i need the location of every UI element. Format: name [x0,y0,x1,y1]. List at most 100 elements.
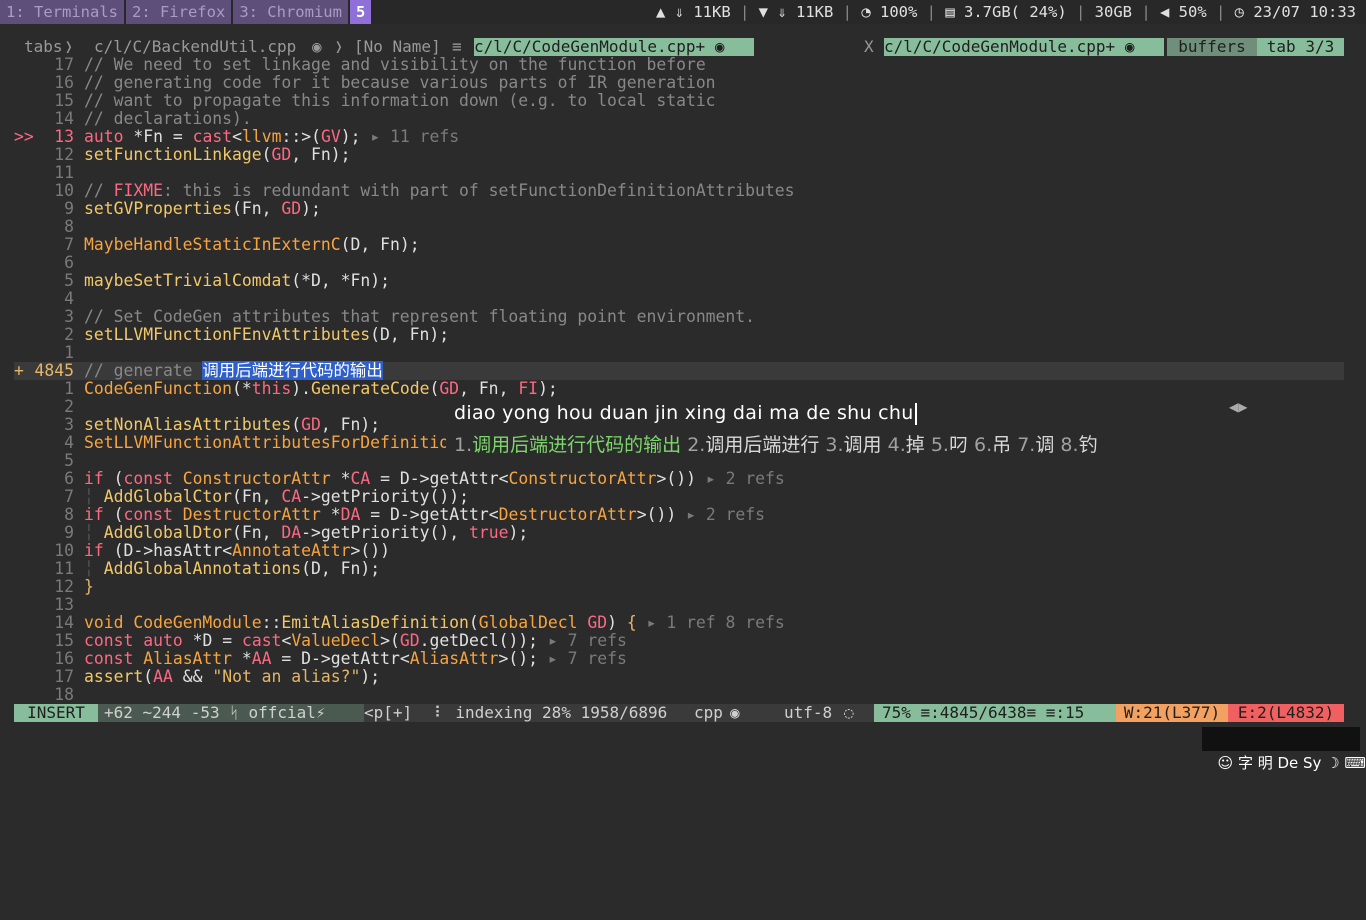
code-line: 12} [14,578,1344,596]
code-line: >> 13 auto *Fn = cast<llvm::>(GV); ▸ 11 re… [14,128,1344,146]
refs-hint[interactable]: ▸ 2 refs [706,469,785,488]
workspace-3[interactable]: 3: Chromium [233,0,348,24]
system-tray[interactable]: ☺ 字 明 De Sy ☽ ⌨ [1202,727,1366,772]
code-line: 1 CodeGenFunction(*this).GenerateCode(GD,… [14,380,1344,398]
code-line: 9 ╎ AddGlobalDtor(Fn, DA->getPriority(), … [14,524,1344,542]
workspace-2[interactable]: 2: Firefox [125,0,232,24]
ime-candidate-3[interactable]: 调用 [844,434,882,456]
close-tab-button[interactable]: X [864,38,874,56]
apple-icon: ◌ [844,704,864,722]
ime-candidate-2[interactable]: 调用后端进行 [705,434,819,456]
line-number: 11 [54,559,74,578]
code-text: setGVProperties(Fn, GD); [84,199,321,218]
ime-candidate-6[interactable]: 吊 [992,434,1011,456]
line-number: 7 [64,235,74,254]
candidate-number: 8. [1060,434,1079,456]
ime-candidate-5[interactable]: 叼 [949,434,968,456]
line-number: 15 [54,631,74,650]
tab-backendutil[interactable]: c/l/C/BackendUtil.cpp [94,38,296,56]
ime-pinyin: diao yong hou duan jin xing dai ma de sh… [454,402,914,424]
ime-candidate-4[interactable]: 掉 [906,434,925,456]
code-text: if (const DestructorAttr *DA = D->getAtt… [84,505,766,524]
code-text: setFunctionLinkage(GD, Fn); [84,145,351,164]
current-buffer[interactable]: c/l/C/CodeGenModule.cpp+ ◉ [884,38,1164,56]
line-number: 6 [64,469,74,488]
line-number: 1 [64,379,74,398]
code-text: maybeSetTrivialComdat(*D, *Fn); [84,271,390,290]
error-count[interactable]: E:2(L4832) [1228,704,1344,722]
ime-candidate-1[interactable]: 调用后端进行代码的输出 [472,434,681,456]
code-text: if (const ConstructorAttr *CA = D->getAt… [84,469,785,488]
code-line: 8 [14,218,1344,236]
tab-no-name[interactable]: [No Name] [354,38,441,56]
text-cursor [914,402,917,425]
code-line: 9 setGVProperties(Fn, GD); [14,200,1344,218]
list-icon: ≡ [452,37,462,56]
line-number: 16 [54,649,74,668]
net-speed-1: ⇓ 11KB [674,3,731,21]
refs-hint[interactable]: ▸ 2 refs [686,505,765,524]
code-text: // declarations). [84,109,252,128]
code-line: 15 // want to propagate this information … [14,92,1344,110]
code-text: // We need to set linkage and visibility… [84,55,706,74]
line-number: 15 [54,91,74,110]
page-arrows-icon[interactable]: ◀▶ [1229,400,1247,414]
workspace-5[interactable]: 5 [349,0,372,24]
volume-level[interactable]: 50% [1179,0,1207,24]
code-line: 3 // Set CodeGen attributes that represen… [14,308,1344,326]
tabs-label: tabs [24,37,63,56]
code-text: // generating code for it because variou… [84,73,716,92]
candidate-number: 6. [974,434,993,456]
ime-candidate-8[interactable]: 钓 [1079,434,1098,456]
line-number: 14 [54,109,74,128]
candidate-number: 7. [1017,434,1036,456]
buffers-button[interactable]: buffers [1167,38,1257,56]
system-status: ▲ ⇓ 11KB | ▼ ⇓ 11KB | ◔ 100% | ▤ 3.7GB( … [656,0,1356,24]
line-number: 3 [64,307,74,326]
clock: 23/07 10:33 [1253,3,1356,21]
line-number: 6 [64,253,74,272]
file-path: <p[+] [364,704,426,722]
disk-usage: 30GB [1094,3,1132,21]
tray-icons[interactable]: ☺ 字 明 De Sy ☽ ⌨ [1212,754,1366,772]
wifi-icon: ▲ [656,3,675,21]
candidate-number: 4. [887,434,906,456]
warning-count[interactable]: W:21(L377) [1116,704,1228,722]
line-number: 13 [54,127,74,146]
code-line: 2 setLLVMFunctionFEnvAttributes(D, Fn); [14,326,1344,344]
tab-codegenmodule[interactable]: c/l/C/CodeGenModule.cpp+ ◉ [474,38,754,56]
code-text: const AliasAttr *AA = D->getAttr<AliasAt… [84,649,627,668]
cpp-icon: ◉ [714,37,725,56]
code-text: void CodeGenModule::EmitAliasDefinition(… [84,613,785,632]
line-number: 14 [54,613,74,632]
refs-hint[interactable]: ▸ 7 refs [548,631,627,650]
code-text: auto *Fn = cast<llvm::>(GV); ▸ 11 refs [84,127,460,146]
cpp-icon: ◉ [730,704,750,722]
refs-hint[interactable]: ▸ 7 refs [548,649,627,668]
line-number: 2 [64,397,74,416]
workspace-1[interactable]: 1: Terminals [0,0,124,24]
refs-hint[interactable]: ▸ 11 refs [370,127,459,146]
preedit-text: 调用后端进行代码的输出 [202,361,383,380]
line-number: 13 [54,595,74,614]
code-editor[interactable]: 1 7 // We need to set linkage and visibili… [14,56,1344,704]
memory-icon: ▤ [945,3,965,21]
encoding: utf-8 [784,704,848,722]
code-text: const auto *D = cast<ValueDecl>(GD.getDe… [84,631,627,650]
code-text: } [84,577,94,596]
code-text: if (D->hasAttr<AnnotateAttr>()) [84,541,390,560]
line-number: 16 [54,73,74,92]
line-number: 10 [54,541,74,560]
ime-candidate-7[interactable]: 调 [1035,434,1054,456]
candidate-number: 5. [930,434,949,456]
mode-indicator: INSERT [14,704,98,722]
code-text[interactable]: // generate 调用后端进行代码的输出 [84,361,383,380]
line-number: 18 [54,685,74,704]
refs-hint[interactable]: ▸ 1 ref 8 refs [647,613,785,632]
ime-popup: diao yong hou duan jin xing dai ma de sh… [446,398,1247,460]
code-text: // FIXME: this is redundant with part of… [84,181,795,200]
code-line: 8 if (const DestructorAttr *DA = D->getAt… [14,506,1344,524]
cursor-position: 75% ≡:4845/6438≡ ≡:15 [874,704,1124,722]
vim-statusline: INSERT +62 ~244 -53 ᛋ offcial⚡ <p[+] ⠇ i… [14,704,1344,722]
code-line: 17 // We need to set linkage and visibili… [14,56,1344,74]
